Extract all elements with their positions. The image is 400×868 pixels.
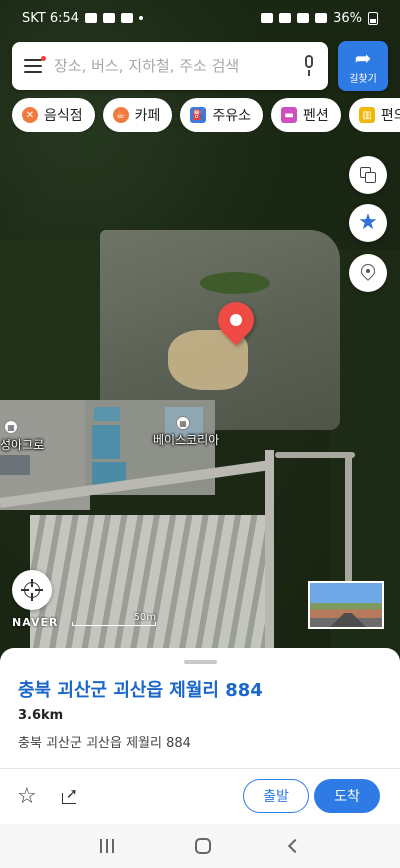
crosshair-icon	[21, 579, 43, 601]
mute-icon	[261, 13, 274, 23]
save-star-icon[interactable]: ☆	[17, 786, 37, 808]
menu-icon[interactable]	[24, 56, 46, 73]
divider	[0, 768, 400, 769]
cafe-icon: ☕	[112, 107, 129, 123]
current-location-button[interactable]	[12, 570, 52, 610]
map-road	[345, 458, 352, 598]
chip-pension[interactable]: ▬ 펜션	[271, 98, 341, 132]
map-scale: 50m	[72, 612, 156, 626]
place-title[interactable]: 충북 괴산군 괴산읍 제월리 884	[18, 676, 263, 702]
restaurant-icon: ✕	[22, 107, 38, 123]
status-bar: SKT 6:54 36%	[0, 0, 400, 36]
directions-arrow-icon: ➦	[354, 45, 372, 70]
building-poi-icon[interactable]: ▦	[176, 416, 190, 430]
directions-button[interactable]: ➦ 길찾기	[338, 41, 388, 91]
bed-icon: ▬	[281, 107, 298, 123]
chip-label: 카페	[134, 108, 161, 124]
location-icon	[279, 13, 292, 23]
youtube-icon	[103, 13, 116, 23]
naver-logo: NAVER	[12, 616, 59, 629]
recent-apps-icon[interactable]	[99, 839, 116, 853]
home-icon[interactable]	[194, 838, 211, 854]
carrier-time: SKT 6:54	[22, 10, 80, 26]
category-chips: ✕ 음식점 ☕ 카페 ⛽ 주유소 ▬ 펜션 ▥ 편의점	[12, 98, 400, 132]
map-layers-button[interactable]	[349, 156, 387, 194]
search-bar[interactable]	[12, 42, 328, 90]
map-building	[94, 407, 120, 421]
poi-label-seonga[interactable]: 성아그로	[0, 436, 44, 453]
map-storage-yard	[30, 515, 265, 655]
destination-marker[interactable]	[210, 294, 262, 352]
saved-places-button[interactable]	[349, 254, 387, 292]
building-poi-icon[interactable]: ▦	[4, 420, 18, 434]
chip-restaurant[interactable]: ✕ 음식점	[12, 98, 95, 132]
layers-icon	[360, 167, 376, 183]
start-button[interactable]: 출발	[243, 779, 309, 813]
gas-station-icon: ⛽	[190, 107, 207, 123]
map-road	[275, 452, 355, 458]
chip-cafe[interactable]: ☕ 카페	[102, 98, 173, 132]
place-distance: 3.6km	[18, 708, 64, 723]
more-notifications-icon	[139, 16, 144, 20]
star-filled-icon: ★	[358, 210, 378, 235]
search-input[interactable]	[54, 57, 302, 75]
favorites-button[interactable]: ★	[349, 204, 387, 242]
notification-icon	[121, 13, 134, 23]
place-address: 충북 괴산군 괴산읍 제월리 884	[18, 736, 191, 751]
share-icon[interactable]: ➚	[62, 786, 82, 804]
back-icon[interactable]	[288, 838, 303, 854]
chip-label: 펜션	[303, 108, 329, 124]
store-icon: ▥	[358, 107, 375, 123]
microphone-icon[interactable]	[302, 55, 316, 77]
directions-label: 길찾기	[349, 73, 377, 85]
chip-label: 편의점	[380, 108, 400, 124]
map-grass-patch	[200, 272, 270, 294]
signal-icon	[315, 13, 328, 23]
poi-label-basekorea[interactable]: 베이스코리아	[153, 431, 219, 448]
map-tree-area	[0, 240, 110, 400]
place-info-sheet: 충북 괴산군 괴산읍 제월리 884 3.6km 충북 괴산군 괴산읍 제월리 …	[0, 648, 400, 824]
system-nav-bar	[0, 824, 400, 868]
location-pin-icon	[358, 261, 378, 282]
chip-label: 음식점	[44, 108, 83, 124]
chip-label: 주유소	[212, 108, 252, 124]
map-road	[265, 450, 274, 650]
chip-convenience-store[interactable]: ▥ 편의점	[348, 98, 400, 132]
arrive-button[interactable]: 도착	[314, 779, 380, 813]
battery-icon	[368, 11, 378, 25]
chip-gas-station[interactable]: ⛽ 주유소	[180, 98, 264, 132]
wifi-icon	[297, 13, 310, 23]
battery-percent: 36%	[333, 10, 362, 26]
street-view-thumbnail[interactable]	[308, 581, 384, 629]
map-building	[0, 455, 30, 475]
notification-icon	[85, 13, 98, 23]
sheet-drag-handle[interactable]	[184, 660, 217, 664]
map-building	[92, 425, 120, 459]
